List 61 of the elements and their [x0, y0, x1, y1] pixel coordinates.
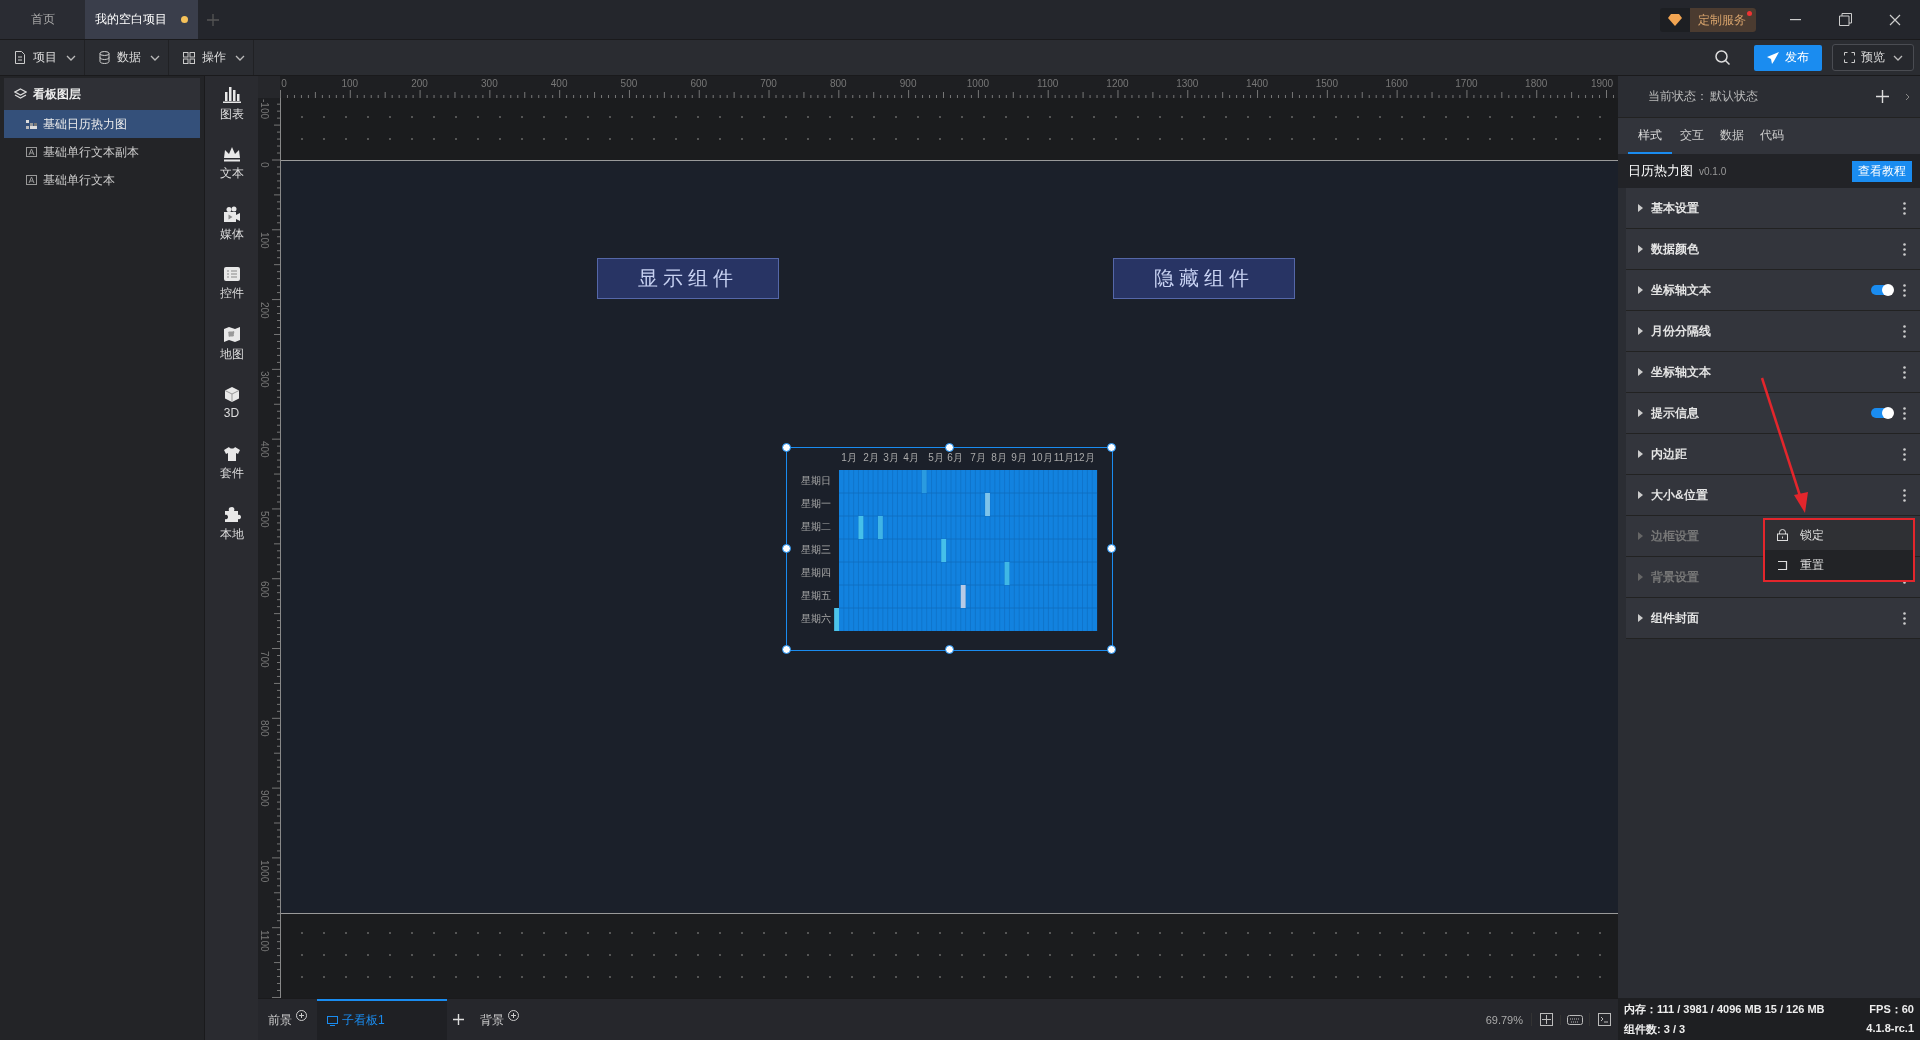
- weekday-label: 星期五: [800, 590, 831, 602]
- month-label: 11月: [1053, 452, 1075, 464]
- fps-counter: FPS：60: [1868, 1001, 1914, 1017]
- ruler-label: 800: [829, 78, 847, 89]
- ruler-label: 600: [690, 78, 708, 89]
- ruler-label: 200: [259, 301, 270, 319]
- weekday-label: 星期三: [800, 544, 831, 556]
- ruler-label: 1800: [1525, 78, 1548, 89]
- ruler-label: 1500: [1315, 78, 1338, 89]
- month-label: 5月: [928, 452, 944, 464]
- ruler-label: 200: [411, 78, 428, 89]
- ruler-label: 1000: [966, 78, 989, 89]
- ruler-label: 100: [341, 78, 359, 89]
- ruler-label: 900: [899, 78, 917, 89]
- month-label: 2月: [863, 452, 879, 464]
- ruler-label: 400: [550, 78, 568, 89]
- month-label: 12月: [1073, 452, 1095, 464]
- ruler-label: 1000: [259, 859, 270, 883]
- month-label: 9月: [1011, 452, 1027, 464]
- weekday-label: 星期四: [800, 567, 831, 579]
- ruler-label: 400: [259, 441, 270, 458]
- month-label: 1月: [841, 452, 857, 464]
- state-label: 当前状态：: [1648, 88, 1708, 105]
- panel-header: 看板图层: [4, 78, 200, 110]
- ruler-label: 1900: [1590, 78, 1614, 89]
- month-label: 3月: [883, 452, 899, 464]
- month-label: 6月: [947, 452, 963, 464]
- zoom-level: 69.79%: [1485, 1013, 1524, 1026]
- ruler-label: 1300: [1176, 78, 1199, 89]
- ruler-label: 1700: [1455, 78, 1478, 89]
- memory-usage: 内存：111 / 3981 / 4096 MB 15 / 126 MB: [1624, 1001, 1826, 1017]
- ruler-label: 100: [259, 231, 270, 249]
- ruler-label: 1200: [1106, 78, 1129, 89]
- ruler-label: 700: [760, 78, 777, 89]
- ruler-label: 1100: [259, 929, 270, 952]
- ruler-label: 900: [259, 790, 270, 807]
- ruler-label: 1400: [1245, 78, 1269, 89]
- component-name: 日历热力图: [1628, 162, 1693, 180]
- month-label: 10月: [1031, 452, 1053, 464]
- weekday-label: 星期六: [800, 613, 831, 625]
- ruler-label: 300: [481, 78, 498, 89]
- ruler-label: 600: [259, 580, 270, 598]
- ruler-label: 0: [281, 78, 287, 89]
- ruler-label: 800: [259, 720, 270, 737]
- ruler-label: 500: [259, 510, 270, 528]
- month-label: 8月: [991, 452, 1007, 464]
- ruler-label: 1100: [1036, 78, 1059, 89]
- ruler-label: 500: [620, 78, 638, 89]
- weekday-label: 星期二: [800, 521, 831, 533]
- component-count: 组件数: 3 / 3: [1624, 1021, 1687, 1037]
- ruler-label: 300: [259, 371, 270, 389]
- ruler-label: 1600: [1385, 78, 1408, 89]
- weekday-label: 星期一: [800, 498, 831, 510]
- version-number: 4.1.8-rc.1: [1866, 1021, 1914, 1036]
- ruler-label: 700: [259, 650, 270, 668]
- month-label: 7月: [970, 452, 986, 464]
- ruler-label: -100: [259, 99, 270, 119]
- ruler-label: 0: [259, 162, 270, 168]
- weekday-label: 星期日: [800, 475, 831, 487]
- version-label: v0.1.0: [1699, 165, 1727, 177]
- month-label: 4月: [903, 452, 919, 464]
